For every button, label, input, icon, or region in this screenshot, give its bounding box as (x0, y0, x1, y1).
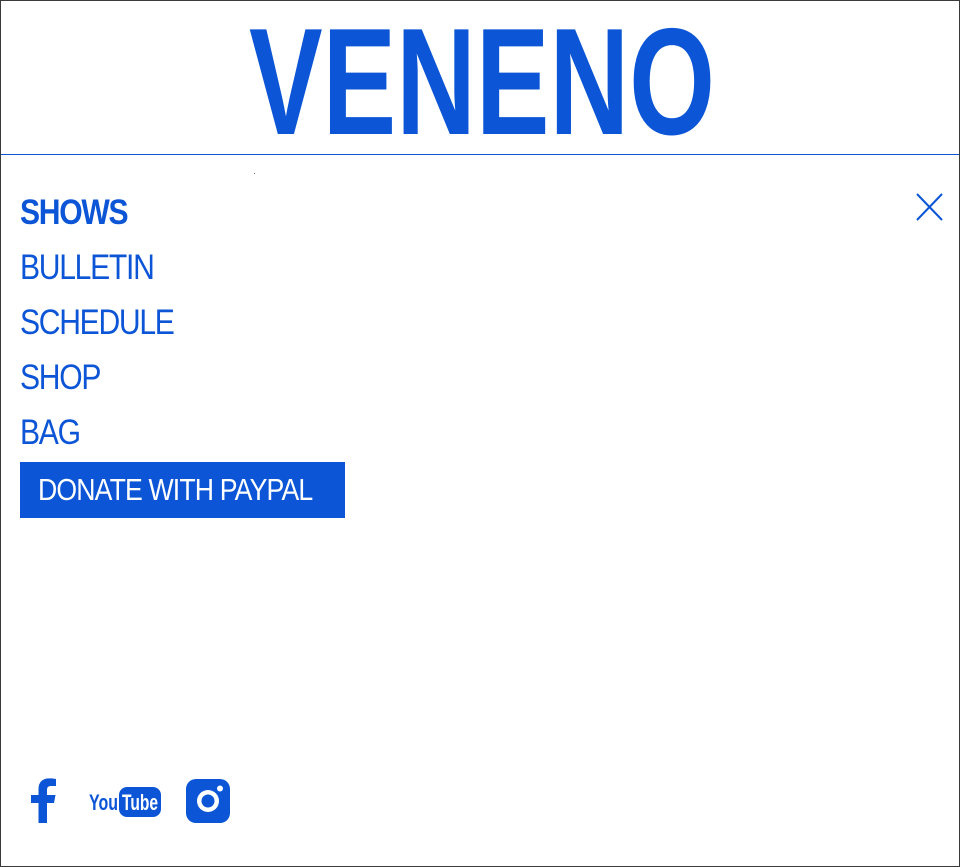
nav-link-bulletin[interactable]: BULLETIN (20, 248, 155, 288)
menu-overlay: VENENO SHOWS BULLETIN SCHEDULE SHOP BAG … (0, 0, 960, 867)
donate-label: DONATE WITH PAYPAL (38, 472, 313, 507)
close-icon[interactable] (911, 189, 947, 225)
facebook-icon (31, 778, 56, 823)
svg-text:You: You (89, 790, 118, 815)
nav-item-shows: SHOWS (20, 185, 199, 240)
nav-link-bag[interactable]: BAG (20, 413, 81, 453)
nav-item-shop: SHOP (20, 350, 199, 405)
divider-dot (254, 173, 255, 174)
instagram-icon (186, 779, 230, 823)
instagram-link[interactable] (185, 778, 231, 824)
veneno-logo[interactable]: VENENO (249, 13, 715, 141)
donate-paypal-button[interactable]: DONATE WITH PAYPAL (20, 462, 345, 518)
youtube-link[interactable]: You Tube (88, 778, 162, 824)
svg-text:Tube: Tube (122, 790, 158, 815)
youtube-icon: You Tube (89, 787, 161, 817)
main-nav: SHOWS BULLETIN SCHEDULE SHOP BAG (20, 185, 199, 460)
site-header: VENENO (1, 1, 959, 155)
nav-link-schedule[interactable]: SCHEDULE (20, 303, 175, 343)
facebook-link[interactable] (25, 778, 59, 824)
nav-link-shows[interactable]: SHOWS (20, 193, 129, 233)
logo-text: VENENO (249, 13, 715, 141)
nav-item-bulletin: BULLETIN (20, 240, 199, 295)
nav-item-schedule: SCHEDULE (20, 295, 199, 350)
nav-item-bag: BAG (20, 405, 199, 460)
nav-link-shop[interactable]: SHOP (20, 358, 101, 398)
